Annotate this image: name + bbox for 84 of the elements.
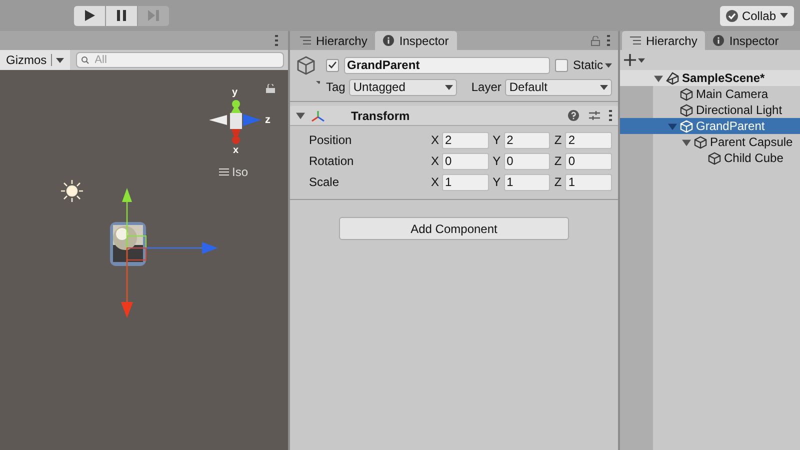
search-field[interactable]: All: [76, 52, 284, 68]
hierarchy-item[interactable]: Main Camera: [620, 86, 800, 102]
value-field[interactable]: 2: [565, 132, 612, 148]
check-circle-icon: [726, 10, 738, 22]
step-icon: [148, 10, 159, 21]
more-icon[interactable]: [275, 35, 278, 46]
axis-label: X: [431, 174, 440, 191]
axis-label: x: [233, 146, 239, 156]
axis-label: y: [232, 88, 238, 98]
light-icon: [61, 180, 83, 202]
more-icon[interactable]: [609, 110, 612, 121]
playback-button[interactable]: [74, 6, 105, 26]
gizmos-dropdown[interactable]: Gizmos: [0, 50, 70, 70]
axis-label: Z: [554, 174, 563, 191]
property-label: Scale: [308, 174, 340, 191]
caret-icon[interactable]: [654, 74, 663, 82]
caret-icon: [605, 62, 612, 68]
value-field[interactable]: 0: [504, 152, 550, 170]
list-icon: [300, 36, 311, 45]
check-icon: [328, 61, 337, 69]
list-icon: [630, 36, 641, 45]
caret-icon[interactable]: [296, 111, 305, 120]
play-icon: [84, 10, 94, 21]
axis-label: Z: [554, 153, 563, 170]
axis-label: Z: [554, 132, 563, 149]
value-field[interactable]: 2: [504, 132, 550, 148]
name-field[interactable]: GrandParent: [344, 56, 550, 74]
axis-label: X: [431, 132, 440, 149]
hierarchy-item[interactable]: SampleScene*: [620, 70, 800, 86]
lock-icon[interactable]: [266, 84, 275, 93]
value-field[interactable]: 0: [442, 152, 489, 170]
plus-icon[interactable]: [624, 54, 636, 66]
layer-label: Layer: [471, 79, 502, 96]
projection-toggle[interactable]: Iso: [219, 163, 248, 181]
axis-label: Y: [492, 174, 502, 191]
active-checkbox[interactable]: [326, 58, 339, 72]
tag-label: Tag: [326, 79, 346, 96]
cube-icon: [680, 104, 693, 116]
value-field[interactable]: 0: [565, 152, 612, 170]
value-field[interactable]: 1: [565, 174, 612, 190]
menu-icon: [219, 168, 229, 176]
layer-dropdown[interactable]: Default: [505, 78, 612, 96]
pause-icon: [117, 10, 126, 21]
caret-icon[interactable]: [638, 58, 645, 62]
axis-label: Y: [492, 153, 502, 170]
caret-icon: [780, 13, 788, 18]
caret-icon: [600, 84, 608, 90]
cube-icon: [694, 136, 707, 148]
value-field[interactable]: 1: [504, 174, 550, 190]
value-field[interactable]: 1: [442, 174, 489, 190]
tag-dropdown[interactable]: Untagged: [349, 78, 458, 96]
static-dropdown[interactable]: Static: [572, 56, 612, 74]
caret-icon: [445, 84, 454, 90]
help-icon[interactable]: [568, 110, 579, 121]
selected-object-drawing[interactable]: [108, 220, 148, 268]
panel-tab[interactable]: Hierarchy: [622, 31, 706, 50]
panel-tab[interactable]: Inspector: [375, 31, 457, 50]
info-icon: [713, 35, 724, 46]
sliders-icon[interactable]: [589, 110, 600, 121]
cube-icon: [680, 88, 693, 100]
value-field[interactable]: 2: [442, 132, 489, 148]
static-checkbox[interactable]: [554, 58, 568, 72]
property-label: Position: [308, 132, 353, 149]
hierarchy-item[interactable]: Directional Light: [620, 102, 800, 118]
playback-button[interactable]: [106, 6, 137, 26]
info-icon: [383, 35, 394, 46]
hierarchy-item[interactable]: Child Cube: [620, 150, 800, 166]
collab-button[interactable]: Collab: [720, 6, 794, 26]
cube-icon: [680, 120, 693, 132]
more-icon[interactable]: [607, 35, 610, 46]
hierarchy-item[interactable]: Parent Capsule: [620, 134, 800, 150]
axis-label: z: [265, 115, 270, 126]
property-label: Rotation: [308, 153, 355, 170]
cube-icon: [296, 56, 320, 86]
component-title: Transform: [351, 108, 410, 124]
cube-icon: [708, 152, 721, 164]
hierarchy-item[interactable]: GrandParent: [620, 118, 800, 134]
caret-icon: [56, 58, 64, 62]
axis-label: X: [431, 153, 440, 170]
add-component-button[interactable]: Add Component: [339, 217, 569, 240]
transform-icon: [311, 110, 325, 122]
axis-label: Y: [492, 132, 502, 149]
component-header[interactable]: Transform: [290, 106, 618, 126]
search-icon: [80, 56, 91, 64]
